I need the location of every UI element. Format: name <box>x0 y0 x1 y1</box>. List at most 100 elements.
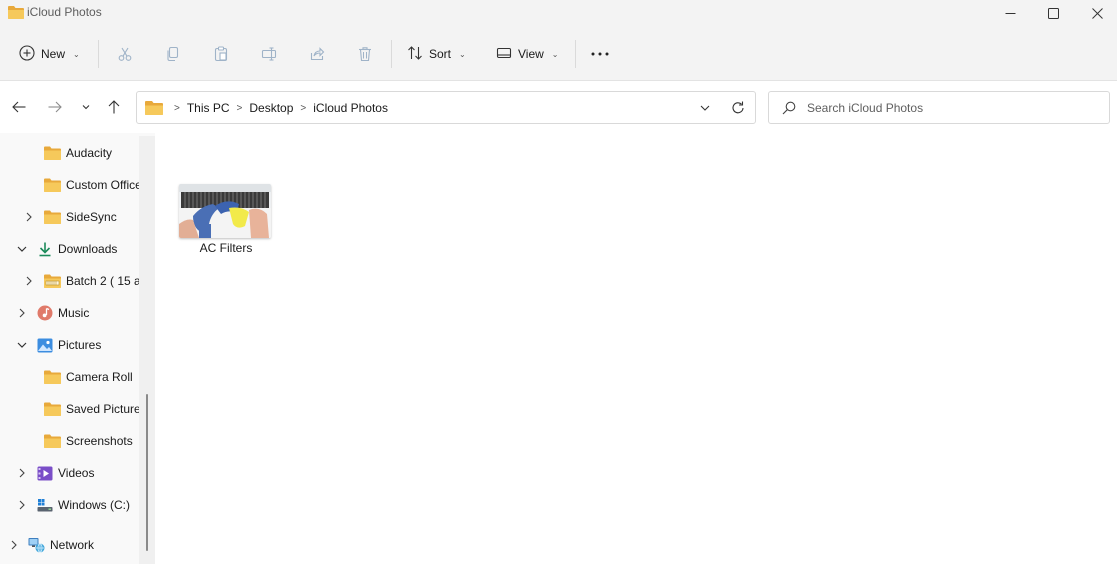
toolbar-divider <box>575 40 576 68</box>
breadcrumb-this-pc[interactable]: This PC <box>187 101 230 115</box>
file-item-ac-filters[interactable]: AC Filters <box>178 184 274 262</box>
sidebar-scrollbar[interactable] <box>139 136 155 564</box>
command-bar: New ⌄ Sort ⌄ View ⌄ <box>0 26 1117 81</box>
back-arrow-icon[interactable] <box>9 97 29 117</box>
paste-icon[interactable] <box>210 43 232 65</box>
forward-arrow-icon[interactable] <box>45 97 65 117</box>
sidebar-item-network[interactable]: Network <box>0 532 139 558</box>
scrollbar-thumb[interactable] <box>146 394 148 551</box>
file-view[interactable]: AC Filters <box>156 133 1117 564</box>
sort-button[interactable]: Sort ⌄ <box>407 39 466 69</box>
folder-icon <box>8 5 24 19</box>
toolbar-divider <box>98 40 99 68</box>
sidebar-item-music[interactable]: Music <box>0 300 139 326</box>
folder-icon <box>44 433 61 449</box>
search-input[interactable] <box>807 99 1097 117</box>
cut-icon[interactable] <box>114 43 136 65</box>
breadcrumb-desktop[interactable]: Desktop <box>249 101 293 115</box>
image-thumbnail <box>179 184 271 238</box>
chevron-right-icon[interactable] <box>16 307 28 319</box>
sidebar-item-label: Batch 2 ( 15 and 16 ) <box>66 274 139 288</box>
chevron-right-icon[interactable]: > <box>174 103 180 114</box>
sidebar-item-screenshots[interactable]: Screenshots <box>0 428 139 454</box>
rename-icon[interactable] <box>258 43 280 65</box>
sidebar-item-videos[interactable]: Videos <box>0 460 139 486</box>
folder-icon <box>44 369 61 385</box>
zip-folder-icon <box>44 273 61 289</box>
up-arrow-icon[interactable] <box>104 97 124 117</box>
address-bar[interactable]: > This PC > Desktop > iCloud Photos <box>136 91 756 124</box>
chevron-down-icon: ⌄ <box>459 49 466 59</box>
sidebar-item-label: Custom Office Templates <box>66 178 139 192</box>
sidebar-item-saved-pictures[interactable]: Saved Pictures <box>0 396 139 422</box>
sidebar-item-label: Downloads <box>58 242 118 256</box>
refresh-icon[interactable] <box>730 100 746 116</box>
sidebar-item-label: Screenshots <box>66 434 133 448</box>
folder-icon <box>44 401 61 417</box>
sidebar-item-label: Pictures <box>58 338 102 352</box>
sidebar-item-label: Videos <box>58 466 95 480</box>
sidebar-item-label: SideSync <box>66 210 117 224</box>
more-options-icon[interactable] <box>589 43 611 65</box>
title-bar: iCloud Photos <box>0 0 1117 26</box>
sidebar-item-label: Windows (C:) <box>58 498 131 512</box>
videos-icon <box>36 465 53 481</box>
window-title: iCloud Photos <box>27 5 102 19</box>
chevron-right-icon[interactable] <box>23 211 35 223</box>
sidebar-item-windows-c[interactable]: Windows (C:) <box>0 492 139 518</box>
address-row: > This PC > Desktop > iCloud Photos <box>0 81 1117 133</box>
network-icon <box>28 537 45 553</box>
recent-locations-chevron-icon[interactable] <box>76 97 96 117</box>
chevron-right-icon[interactable] <box>8 539 20 551</box>
sidebar-item-label: Audacity <box>66 146 113 160</box>
breadcrumb-icloud-photos[interactable]: iCloud Photos <box>313 101 388 115</box>
search-icon <box>782 101 796 115</box>
sidebar-item-label: Music <box>58 306 90 320</box>
drive-icon <box>36 497 53 513</box>
chevron-right-icon[interactable] <box>23 275 35 287</box>
close-button[interactable] <box>1074 0 1117 26</box>
navigation-pane: Audacity Custom Office Templates SideSyn… <box>0 133 155 564</box>
view-button[interactable]: View ⌄ <box>496 39 559 69</box>
chevron-down-icon: ⌄ <box>73 49 80 59</box>
view-button-label: View <box>518 47 544 61</box>
download-icon <box>36 241 53 257</box>
music-icon <box>36 305 53 321</box>
share-icon[interactable] <box>306 43 328 65</box>
delete-icon[interactable] <box>354 43 376 65</box>
sidebar-item-label: Camera Roll <box>66 370 133 384</box>
maximize-button[interactable] <box>1030 0 1076 26</box>
sidebar-item-camera-roll[interactable]: Camera Roll <box>0 364 139 390</box>
file-name: AC Filters <box>199 241 253 255</box>
chevron-down-icon: ⌄ <box>551 49 559 59</box>
sidebar-item-downloads[interactable]: Downloads <box>0 236 139 262</box>
sidebar-item-audacity[interactable]: Audacity <box>0 140 139 166</box>
chevron-right-icon[interactable]: > <box>237 103 243 114</box>
plus-circle-icon <box>19 44 35 64</box>
toolbar-divider <box>391 40 392 68</box>
chevron-right-icon[interactable] <box>16 467 28 479</box>
chevron-down-icon[interactable] <box>16 339 28 351</box>
chevron-right-icon[interactable]: > <box>300 103 306 114</box>
breadcrumb: > This PC > Desktop > iCloud Photos <box>167 101 388 115</box>
sidebar-item-custom-office-templates[interactable]: Custom Office Templates <box>0 172 139 198</box>
chevron-right-icon[interactable] <box>16 499 28 511</box>
minimize-button[interactable] <box>987 0 1033 26</box>
search-box[interactable] <box>768 91 1110 124</box>
sort-button-label: Sort <box>429 47 452 61</box>
address-dropdown-chevron-icon[interactable] <box>698 101 712 115</box>
chevron-down-icon[interactable] <box>16 243 28 255</box>
sidebar-item-label: Saved Pictures <box>66 402 139 416</box>
copy-icon[interactable] <box>162 43 184 65</box>
folder-icon <box>44 145 61 161</box>
new-button[interactable]: New ⌄ <box>19 39 80 69</box>
view-icon <box>496 45 512 64</box>
sidebar-item-pictures[interactable]: Pictures <box>0 332 139 358</box>
folder-icon <box>44 177 61 193</box>
new-button-label: New <box>41 47 66 61</box>
folder-icon <box>44 209 61 225</box>
sidebar-item-batch-2[interactable]: Batch 2 ( 15 and 16 ) <box>0 268 139 294</box>
sort-icon <box>407 45 423 64</box>
folder-icon <box>145 100 163 115</box>
sidebar-item-sidesync[interactable]: SideSync <box>0 204 139 230</box>
